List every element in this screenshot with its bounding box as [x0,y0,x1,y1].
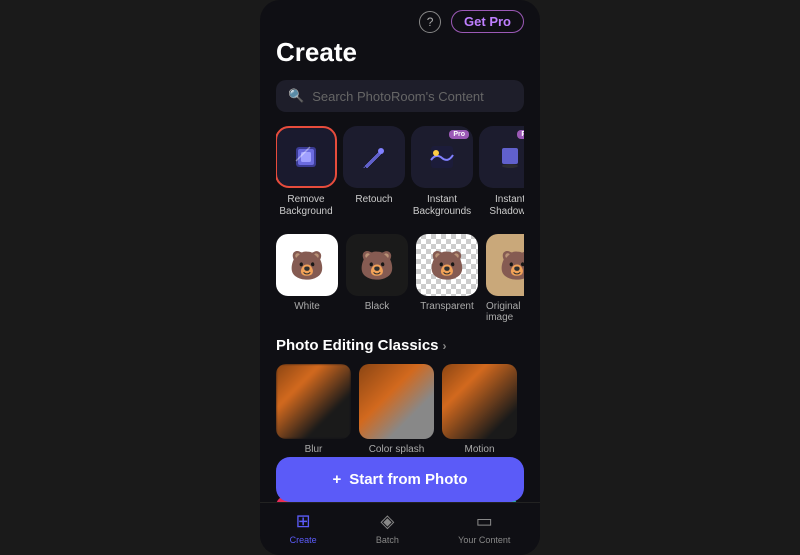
bg-label-original: Original image [486,301,524,323]
bg-option-black[interactable]: 🐻 Black [346,234,408,323]
bg-label-white: White [294,301,320,312]
classic-label-blur: Blur [305,444,323,455]
bg-label-transparent: Transparent [420,301,474,312]
header-bar: ? Get Pro [260,0,540,37]
tool-label-retouch: Retouch [355,194,392,206]
classic-item-color-splash[interactable]: Color splash [359,364,434,455]
get-pro-button[interactable]: Get Pro [451,10,524,33]
bg-thumb-original: 🐻 [486,234,524,296]
photo-editing-section-title: Photo Editing Classics › [276,337,524,354]
start-from-photo-label: Start from Photo [349,471,467,488]
motion-effect [442,364,517,439]
tool-item-retouch: Retouch [344,126,404,218]
classic-item-motion[interactable]: Motion [442,364,517,455]
batch-icon: ◈ [380,511,394,532]
plus-icon: + [332,471,341,488]
bottom-nav: ⊞ Create ◈ Batch ▭ Your Content [260,502,540,555]
nav-label-your-content: Your Content [458,535,510,545]
nav-item-batch[interactable]: ◈ Batch [376,511,399,545]
classic-thumb-motion [442,364,517,439]
your-content-icon: ▭ [476,511,493,532]
tools-row: RemoveBackground Retouch Pro [276,126,524,218]
nav-item-create[interactable]: ⊞ Create [290,511,317,545]
section-arrow-classics: › [443,339,447,353]
tool-icon-remove-bg[interactable] [276,126,337,188]
nav-item-your-content[interactable]: ▭ Your Content [458,511,510,545]
tool-icon-instant-shadows[interactable]: Pro [479,126,524,188]
classic-thumb-color-splash [359,364,434,439]
nav-label-batch: Batch [376,535,399,545]
tool-item-remove-bg: RemoveBackground [276,126,336,218]
start-from-photo-button[interactable]: + Start from Photo [276,457,524,502]
bg-option-white[interactable]: 🐻 White [276,234,338,323]
tool-label-remove-bg: RemoveBackground [279,194,332,218]
create-icon: ⊞ [296,511,311,532]
main-content: Create 🔍 Search PhotoRoom's Content Remo… [260,37,540,502]
help-icon[interactable]: ? [419,11,441,33]
instant-bg-icon [428,143,456,171]
nav-label-create: Create [290,535,317,545]
bear-icon-original: 🐻 [500,249,524,282]
remove-bg-icon [292,143,320,171]
search-bar[interactable]: 🔍 Search PhotoRoom's Content [276,80,524,112]
blur-effect [276,364,351,439]
bg-thumb-white: 🐻 [276,234,338,296]
search-placeholder: Search PhotoRoom's Content [312,89,484,104]
bg-option-transparent[interactable]: 🐻 Transparent [416,234,478,323]
classic-label-color-splash: Color splash [369,444,425,455]
bg-thumb-transparent: 🐻 [416,234,478,296]
tool-label-instant-shadows: Instant Shadows [480,194,524,218]
tool-label-instant-bg: InstantBackgrounds [413,194,471,218]
phone-container: ? Get Pro Create 🔍 Search PhotoRoom's Co… [260,0,540,555]
classic-item-blur[interactable]: Blur [276,364,351,455]
classic-label-motion: Motion [464,444,494,455]
classic-thumb-blur [276,364,351,439]
search-icon: 🔍 [288,88,304,104]
tool-item-instant-shadows: Pro Instant Shadows [480,126,524,218]
bear-icon-transparent: 🐻 [430,249,465,282]
bear-icon-white: 🐻 [290,249,325,282]
tool-item-instant-bg: Pro InstantBackgrounds [412,126,472,218]
bear-icon-black: 🐻 [360,249,395,282]
color-splash-effect [359,364,434,439]
bg-thumb-black: 🐻 [346,234,408,296]
pro-badge-instant-shadows: Pro [517,130,524,139]
bg-options-row: 🐻 White 🐻 Black 🐻 Transparent [276,234,524,323]
bg-option-original[interactable]: 🐻 Original image [486,234,524,323]
pro-badge-instant-bg: Pro [449,130,469,139]
page-title: Create [276,37,524,68]
instant-shadows-icon [496,143,524,171]
classics-row: Blur Color splash Motion Li [276,364,524,455]
tool-icon-retouch[interactable] [343,126,405,188]
bg-label-black: Black [365,301,389,312]
tool-icon-instant-bg[interactable]: Pro [411,126,473,188]
retouch-icon [360,143,388,171]
